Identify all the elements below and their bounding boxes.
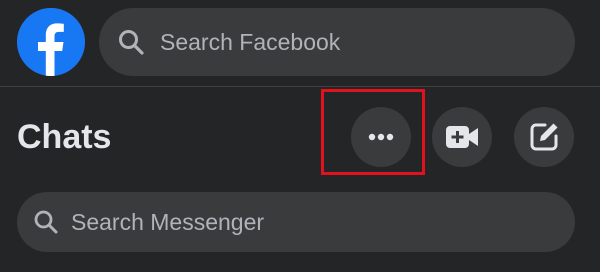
search-messenger-placeholder: Search Messenger [71,209,265,235]
facebook-logo-icon[interactable] [17,8,85,76]
search-facebook-placeholder: Search Facebook [160,29,341,55]
search-icon [33,209,59,235]
new-room-video-button[interactable] [432,107,492,167]
header-divider [0,86,600,87]
compose-edit-icon [530,123,558,151]
video-camera-plus-icon [446,126,478,148]
chats-title: Chats [17,118,112,156]
search-facebook-input[interactable]: Search Facebook [99,8,575,76]
search-icon [117,28,145,56]
search-messenger-input[interactable]: Search Messenger [17,192,575,252]
messenger-panel: Search Facebook Chats Search Messenger [0,0,600,272]
new-message-button[interactable] [514,107,574,167]
top-bar: Search Facebook [0,0,600,84]
more-options-icon [368,133,394,141]
chat-options-button[interactable] [351,107,411,167]
